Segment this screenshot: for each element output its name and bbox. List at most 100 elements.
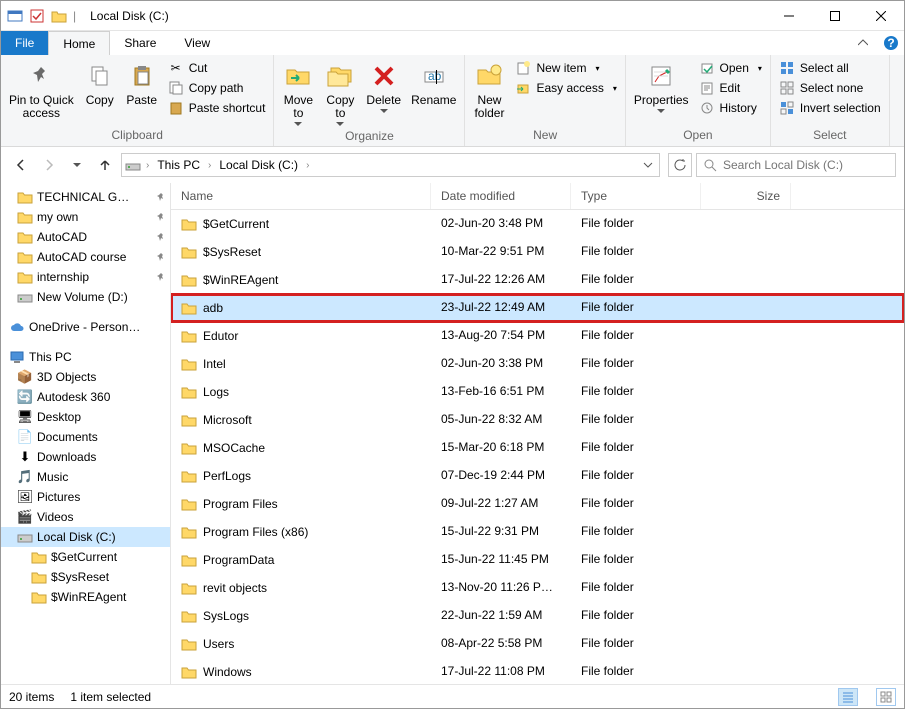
- folder-icon: [181, 440, 197, 456]
- tree-item[interactable]: New Volume (D:): [1, 287, 170, 307]
- tab-view[interactable]: View: [170, 31, 224, 55]
- tree-item[interactable]: 🎬Videos: [1, 507, 170, 527]
- recent-locations-button[interactable]: [65, 153, 89, 177]
- tree-item[interactable]: internship: [1, 267, 170, 287]
- table-row[interactable]: Logs 13-Feb-16 6:51 PM File folder: [171, 378, 904, 406]
- table-row[interactable]: $SysReset 10-Mar-22 9:51 PM File folder: [171, 238, 904, 266]
- col-type[interactable]: Type: [571, 183, 701, 209]
- table-row[interactable]: Windows 17-Jul-22 11:08 PM File folder: [171, 658, 904, 684]
- table-row[interactable]: SysLogs 22-Jun-22 1:59 AM File folder: [171, 602, 904, 630]
- chevron-right-icon[interactable]: ›: [304, 160, 311, 171]
- tree-item-this-pc[interactable]: This PC: [1, 347, 170, 367]
- collapse-ribbon-button[interactable]: [848, 31, 878, 55]
- tree-item[interactable]: 🎵Music: [1, 467, 170, 487]
- chevron-down-icon[interactable]: [639, 156, 657, 174]
- tree-item[interactable]: 📦3D Objects: [1, 367, 170, 387]
- table-row[interactable]: MSOCache 15-Mar-20 6:18 PM File folder: [171, 434, 904, 462]
- breadcrumb-local-disk[interactable]: Local Disk (C:): [215, 154, 302, 176]
- tab-share[interactable]: Share: [110, 31, 170, 55]
- table-row[interactable]: $WinREAgent 17-Jul-22 12:26 AM File fold…: [171, 266, 904, 294]
- table-row[interactable]: Users 08-Apr-22 5:58 PM File folder: [171, 630, 904, 658]
- refresh-button[interactable]: [668, 153, 692, 177]
- folder-icon: [181, 664, 197, 680]
- move-to-button[interactable]: Move to: [278, 57, 318, 129]
- table-row[interactable]: Program Files 09-Jul-22 1:27 AM File fol…: [171, 490, 904, 518]
- chevron-right-icon[interactable]: ›: [206, 160, 213, 171]
- maximize-button[interactable]: [812, 1, 858, 31]
- tree-item[interactable]: AutoCAD: [1, 227, 170, 247]
- select-none-button[interactable]: Select none: [775, 79, 885, 97]
- tree-item[interactable]: 📄Documents: [1, 427, 170, 447]
- search-box[interactable]: [696, 153, 896, 177]
- thumbnails-view-button[interactable]: [876, 688, 896, 706]
- paste-shortcut-button[interactable]: Paste shortcut: [164, 99, 270, 117]
- folder-icon: [181, 384, 197, 400]
- tree-item[interactable]: 🖼Pictures: [1, 487, 170, 507]
- edit-button[interactable]: Edit: [695, 79, 766, 97]
- file-name: revit objects: [203, 581, 267, 595]
- delete-button[interactable]: Delete: [362, 57, 405, 116]
- col-name[interactable]: Name: [171, 183, 431, 209]
- paste-button[interactable]: Paste: [122, 57, 162, 110]
- minimize-button[interactable]: [766, 1, 812, 31]
- pin-to-quick-access-button[interactable]: Pin to Quick access: [5, 57, 78, 123]
- easy-access-button[interactable]: Easy access▾: [511, 79, 620, 97]
- breadcrumb-this-pc[interactable]: This PC: [153, 154, 204, 176]
- back-button[interactable]: [9, 153, 33, 177]
- tree-item[interactable]: $SysReset: [1, 567, 170, 587]
- qat-checkbox-icon[interactable]: [29, 8, 45, 24]
- search-input[interactable]: [723, 158, 889, 172]
- column-headers[interactable]: Name Date modified Type Size: [171, 183, 904, 210]
- history-button[interactable]: History: [695, 99, 766, 117]
- file-type: File folder: [571, 518, 701, 546]
- nav-tree[interactable]: TECHNICAL G…my ownAutoCADAutoCAD coursei…: [1, 183, 171, 684]
- chevron-down-icon: [657, 109, 665, 113]
- table-row[interactable]: $GetCurrent 02-Jun-20 3:48 PM File folde…: [171, 210, 904, 238]
- tree-item[interactable]: $GetCurrent: [1, 547, 170, 567]
- details-view-button[interactable]: [838, 688, 858, 706]
- chevron-right-icon[interactable]: ›: [144, 160, 151, 171]
- table-row[interactable]: ProgramData 15-Jun-22 11:45 PM File fold…: [171, 546, 904, 574]
- select-all-button[interactable]: Select all: [775, 59, 885, 77]
- pin-icon: [156, 272, 166, 282]
- copy-to-button[interactable]: Copy to: [320, 57, 360, 129]
- address-bar[interactable]: › This PC › Local Disk (C:) ›: [121, 153, 660, 177]
- table-row[interactable]: Edutor 13-Aug-20 7:54 PM File folder: [171, 322, 904, 350]
- cut-button[interactable]: ✂Cut: [164, 59, 270, 77]
- tree-item[interactable]: my own: [1, 207, 170, 227]
- invert-selection-button[interactable]: Invert selection: [775, 99, 885, 117]
- rename-button[interactable]: ab Rename: [407, 57, 460, 110]
- forward-button[interactable]: [37, 153, 61, 177]
- table-row[interactable]: Intel 02-Jun-20 3:38 PM File folder: [171, 350, 904, 378]
- tree-item[interactable]: TECHNICAL G…: [1, 187, 170, 207]
- col-date[interactable]: Date modified: [431, 183, 571, 209]
- tree-item-onedrive[interactable]: OneDrive - Person…: [1, 317, 170, 337]
- tree-item[interactable]: ⬇Downloads: [1, 447, 170, 467]
- new-folder-button[interactable]: New folder: [469, 57, 509, 123]
- close-button[interactable]: [858, 1, 904, 31]
- up-button[interactable]: [93, 153, 117, 177]
- copy-path-button[interactable]: Copy path: [164, 79, 270, 97]
- tree-item[interactable]: AutoCAD course: [1, 247, 170, 267]
- tree-item[interactable]: Local Disk (C:): [1, 527, 170, 547]
- tab-file[interactable]: File: [1, 31, 48, 55]
- table-row[interactable]: Program Files (x86) 15-Jul-22 9:31 PM Fi…: [171, 518, 904, 546]
- copy-button[interactable]: Copy: [80, 57, 120, 110]
- folder-icon: [31, 569, 47, 585]
- tree-item[interactable]: $WinREAgent: [1, 587, 170, 607]
- open-button[interactable]: Open▾: [695, 59, 766, 77]
- table-row[interactable]: Microsoft 05-Jun-22 8:32 AM File folder: [171, 406, 904, 434]
- col-size[interactable]: Size: [701, 183, 791, 209]
- table-row[interactable]: PerfLogs 07-Dec-19 2:44 PM File folder: [171, 462, 904, 490]
- file-size: [701, 406, 791, 434]
- table-row[interactable]: adb 23-Jul-22 12:49 AM File folder: [171, 294, 904, 322]
- tab-home[interactable]: Home: [48, 31, 110, 55]
- properties-button[interactable]: Properties: [630, 57, 693, 116]
- qat-folder-icon[interactable]: [51, 8, 67, 24]
- help-button[interactable]: ?: [878, 31, 904, 55]
- new-item-button[interactable]: New item▾: [511, 59, 620, 77]
- tree-item[interactable]: 🔄Autodesk 360: [1, 387, 170, 407]
- tree-item[interactable]: 🖥Desktop: [1, 407, 170, 427]
- file-size: [701, 210, 791, 238]
- table-row[interactable]: revit objects 13-Nov-20 11:26 P… File fo…: [171, 574, 904, 602]
